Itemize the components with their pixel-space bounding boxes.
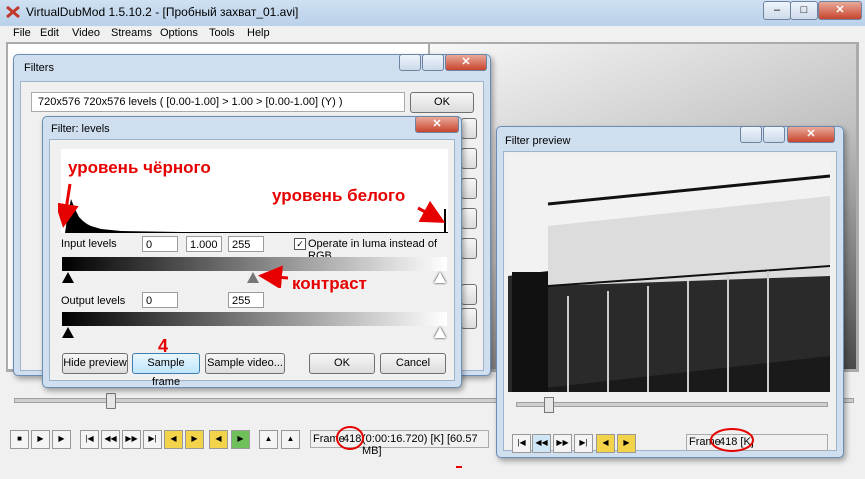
stop-icon[interactable]: ■ bbox=[10, 430, 29, 449]
menu-streams[interactable]: Streams bbox=[111, 27, 152, 39]
next-keyframe-icon[interactable]: ▶ bbox=[185, 430, 204, 449]
preview-seek-thumb[interactable] bbox=[544, 397, 554, 413]
close-button[interactable]: ✕ bbox=[818, 1, 862, 20]
filters-side-button-2[interactable] bbox=[461, 148, 477, 169]
menu-file[interactable]: File bbox=[13, 27, 31, 39]
filter-preview-dialog: Filter preview ✕ |◀ ◀◀ ▶▶ ▶| ◀ ▶ Frame 4… bbox=[496, 126, 844, 458]
preview-close-button[interactable]: ✕ bbox=[787, 126, 835, 143]
output-black-field[interactable]: 0 bbox=[142, 292, 178, 308]
filters-dialog-title: Filters bbox=[24, 62, 54, 74]
red-mark bbox=[456, 466, 462, 468]
menu-video[interactable]: Video bbox=[72, 27, 100, 39]
output-white-slider[interactable] bbox=[434, 327, 446, 338]
go-end-icon[interactable]: ▶| bbox=[143, 430, 162, 449]
annotation-arrows-icon bbox=[58, 183, 446, 288]
output-white-field[interactable]: 255 bbox=[228, 292, 264, 308]
maximize-button[interactable]: □ bbox=[790, 1, 818, 20]
filter-entry[interactable]: 720x576 720x576 levels ( [0.00-1.00] > 1… bbox=[38, 96, 343, 108]
main-seek-thumb[interactable] bbox=[106, 393, 116, 409]
output-levels-label: Output levels bbox=[61, 295, 126, 307]
filters-minimize-button[interactable] bbox=[399, 54, 421, 71]
mark-in-icon[interactable]: ▲ bbox=[259, 430, 278, 449]
preview-frame-highlight-icon bbox=[710, 428, 754, 452]
preview-minimize-button[interactable] bbox=[740, 126, 762, 143]
preview-step-back-icon[interactable]: ◀◀ bbox=[532, 434, 551, 453]
menu-tools[interactable]: Tools bbox=[209, 27, 235, 39]
preview-client: |◀ ◀◀ ▶▶ ▶| ◀ ▶ Frame 418 [K] bbox=[503, 151, 837, 453]
frame-time-info: (0:00:16.720) [K] [60.57 MB] bbox=[362, 433, 478, 457]
preview-step-forward-icon[interactable]: ▶▶ bbox=[553, 434, 572, 453]
filters-side-button-4[interactable] bbox=[461, 208, 477, 229]
preview-go-start-icon[interactable]: |◀ bbox=[512, 434, 531, 453]
preview-frame-status: Frame 418 [K] bbox=[686, 434, 828, 451]
preview-seek-track[interactable] bbox=[516, 402, 828, 407]
levels-ok-button[interactable]: OK bbox=[309, 353, 375, 374]
step-back-icon[interactable]: ◀◀ bbox=[101, 430, 120, 449]
menu-edit[interactable]: Edit bbox=[40, 27, 59, 39]
filters-side-button-5[interactable] bbox=[461, 238, 477, 259]
levels-cancel-button[interactable]: Cancel bbox=[380, 353, 446, 374]
next-scene-icon[interactable]: ▶ bbox=[231, 430, 250, 449]
filters-side-button-6[interactable] bbox=[461, 284, 477, 305]
filters-ok-button[interactable]: OK bbox=[410, 92, 474, 113]
menu-bar: File Edit Video Streams Options Tools He… bbox=[0, 26, 865, 42]
minimize-button[interactable]: – bbox=[763, 1, 791, 20]
virtualdub-logo-icon bbox=[6, 5, 20, 19]
filters-close-button[interactable]: ✕ bbox=[445, 54, 487, 71]
frame-number-highlight-icon bbox=[336, 426, 364, 450]
step-number-annotation: 4 bbox=[158, 336, 169, 356]
main-titlebar: VirtualDubMod 1.5.10.2 - [Пробный захват… bbox=[0, 0, 865, 26]
go-start-icon[interactable]: |◀ bbox=[80, 430, 99, 449]
black-level-annotation: уровень чёрного bbox=[68, 158, 211, 177]
menu-options[interactable]: Options bbox=[160, 27, 198, 39]
menu-help[interactable]: Help bbox=[247, 27, 270, 39]
hide-preview-button[interactable]: Hide preview bbox=[62, 353, 128, 374]
filters-side-button-3[interactable] bbox=[461, 178, 477, 199]
output-black-slider[interactable] bbox=[62, 327, 74, 338]
filters-side-button-7[interactable] bbox=[461, 308, 477, 329]
preview-next-key-icon[interactable]: ▶ bbox=[617, 434, 636, 453]
preview-go-end-icon[interactable]: ▶| bbox=[574, 434, 593, 453]
sample-video-button[interactable]: Sample video... bbox=[205, 353, 285, 374]
filter-list[interactable]: 720x576 720x576 levels ( [0.00-1.00] > 1… bbox=[31, 92, 405, 112]
preview-photo bbox=[508, 156, 830, 392]
mark-out-icon[interactable]: ▲ bbox=[281, 430, 300, 449]
play-input-icon[interactable]: ▶ bbox=[31, 430, 50, 449]
output-gradient bbox=[62, 312, 447, 326]
prev-keyframe-icon[interactable]: ◀ bbox=[164, 430, 183, 449]
main-window-title: VirtualDubMod 1.5.10.2 - [Пробный захват… bbox=[26, 5, 299, 19]
preview-prev-key-icon[interactable]: ◀ bbox=[596, 434, 615, 453]
preview-maximize-button[interactable] bbox=[763, 126, 785, 143]
prev-scene-icon[interactable]: ◀ bbox=[209, 430, 228, 449]
levels-dialog-title: Filter: levels bbox=[51, 123, 110, 135]
play-output-icon[interactable]: ▶ bbox=[52, 430, 71, 449]
levels-close-button[interactable]: ✕ bbox=[415, 116, 459, 133]
filters-maximize-button[interactable] bbox=[422, 54, 444, 71]
filters-side-button-1[interactable] bbox=[461, 118, 477, 139]
step-forward-icon[interactable]: ▶▶ bbox=[122, 430, 141, 449]
preview-dialog-title: Filter preview bbox=[505, 135, 571, 147]
